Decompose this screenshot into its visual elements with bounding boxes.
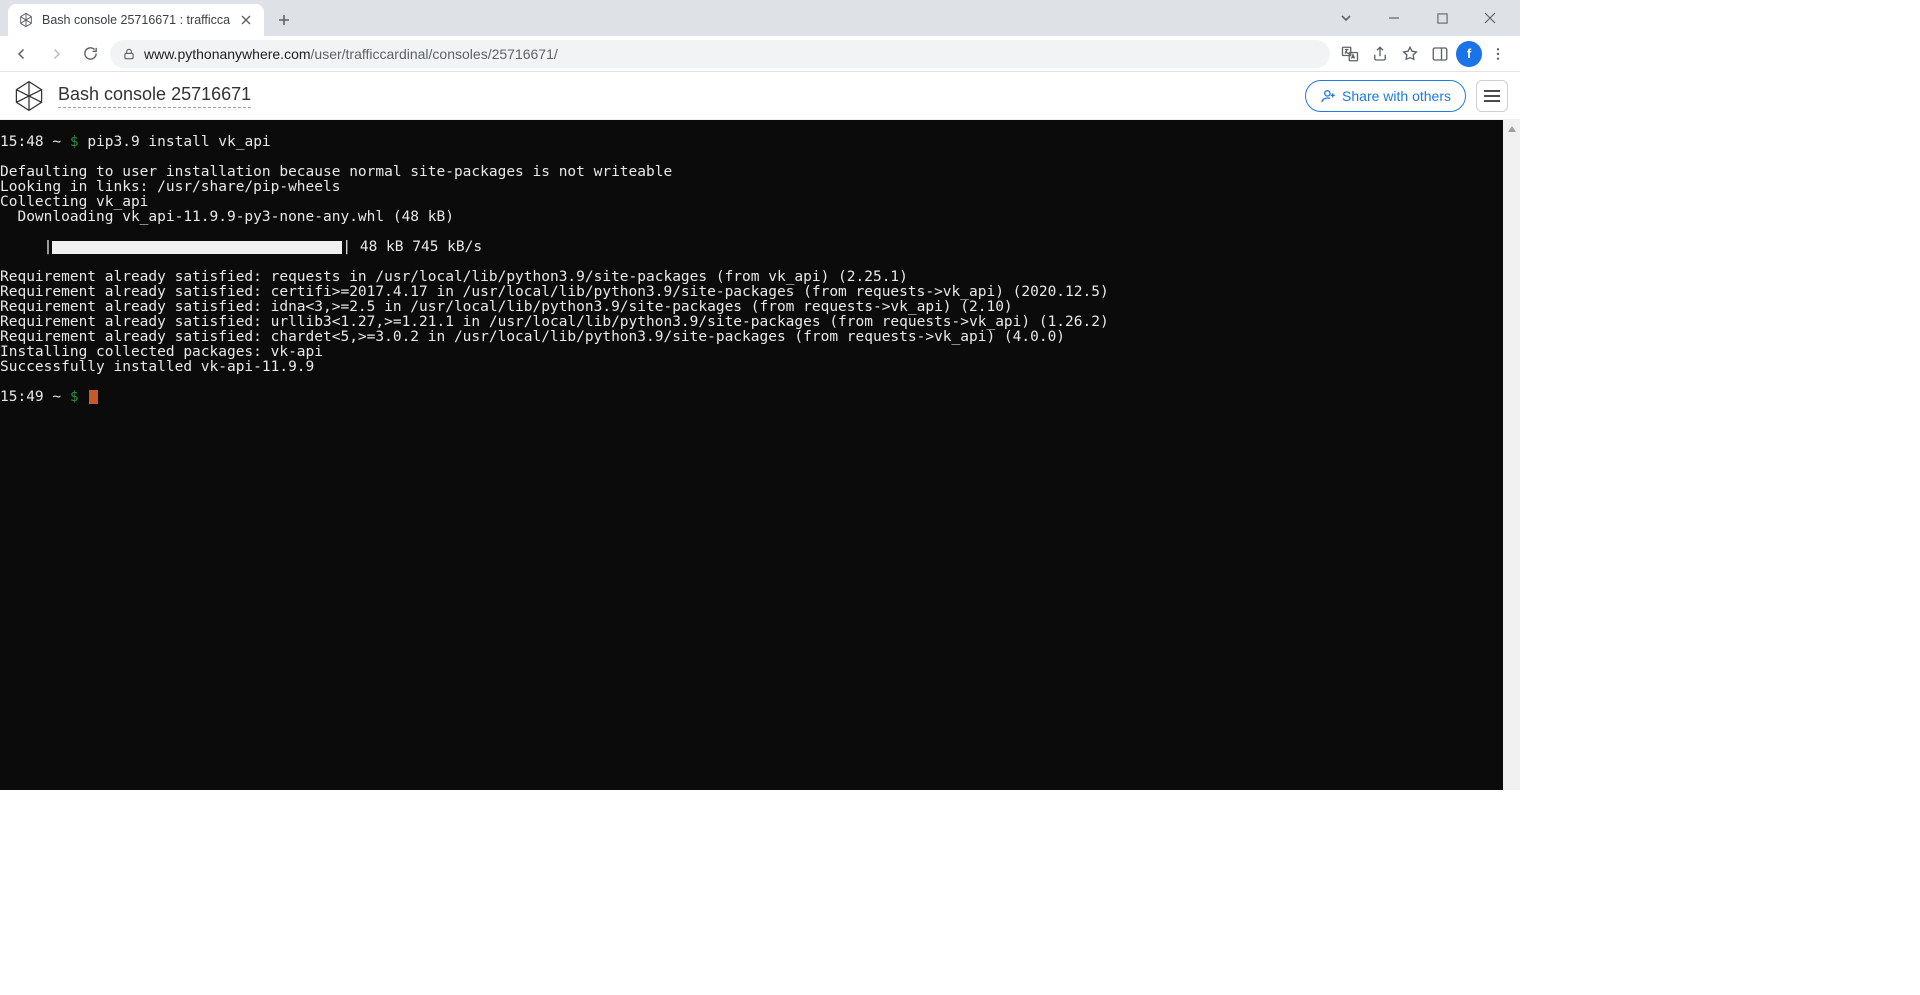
terminal-output-line: Installing collected packages: vk-api [0,345,1520,360]
progress-bar [52,241,342,254]
url-path: /user/trafficcardinal/consoles/25716671/ [311,46,558,62]
url-text: www.pythonanywhere.com/user/trafficcardi… [144,46,558,62]
terminal-output-line: Requirement already satisfied: chardet<5… [0,330,1520,345]
hamburger-menu-button[interactable] [1476,80,1508,112]
kebab-menu-icon[interactable] [1484,40,1512,68]
terminal-progress-line: || 48 kB 745 kB/s [0,240,1520,255]
terminal-output-line: Requirement already satisfied: urllib3<1… [0,315,1520,330]
terminal-cursor [89,390,98,404]
page-header: Bash console 25716671 Share with others [0,72,1520,120]
toolbar-right: f [1336,40,1512,68]
translate-icon[interactable] [1336,40,1364,68]
terminal[interactable]: 15:48 ~ $ pip3.9 install vk_api Defaulti… [0,120,1520,790]
tab-title: Bash console 25716671 : trafficca [42,13,230,27]
back-button[interactable] [8,40,36,68]
terminal-prompt-line: 15:49 ~ $ [0,390,1520,405]
browser-titlebar: Bash console 25716671 : trafficca [0,0,1520,36]
terminal-output-line: Successfully installed vk-api-11.9.9 [0,360,1520,375]
share-with-others-button[interactable]: Share with others [1305,80,1466,112]
terminal-container: 15:48 ~ $ pip3.9 install vk_api Defaulti… [0,120,1520,790]
reload-button[interactable] [76,40,104,68]
profile-avatar[interactable]: f [1456,41,1482,67]
url-host: www.pythonanywhere.com [144,46,311,62]
star-icon[interactable] [1396,40,1424,68]
terminal-output-line: Looking in links: /usr/share/pip-wheels [0,180,1520,195]
pythonanywhere-logo-icon[interactable] [10,77,48,115]
terminal-prompt-line: 15:48 ~ $ pip3.9 install vk_api [0,135,1520,150]
lock-icon [122,47,136,61]
terminal-output-line: Defaulting to user installation because … [0,165,1520,180]
terminal-output-line: Requirement already satisfied: requests … [0,270,1520,285]
terminal-output-line: Requirement already satisfied: idna<3,>=… [0,300,1520,315]
share-icon[interactable] [1366,40,1394,68]
browser-tab[interactable]: Bash console 25716671 : trafficca [8,4,264,36]
panel-icon[interactable] [1426,40,1454,68]
new-tab-button[interactable] [270,6,298,34]
avatar-letter: f [1467,46,1471,61]
chevron-down-icon[interactable] [1324,3,1368,33]
window-controls [1324,0,1512,36]
add-user-icon [1320,88,1336,104]
terminal-output-line: Requirement already satisfied: certifi>=… [0,285,1520,300]
window-minimize-button[interactable] [1372,3,1416,33]
terminal-output-line: Downloading vk_api-11.9.9-py3-none-any.w… [0,210,1520,225]
scroll-up-icon[interactable] [1503,120,1520,137]
address-bar[interactable]: www.pythonanywhere.com/user/trafficcardi… [110,40,1330,68]
window-maximize-button[interactable] [1420,3,1464,33]
page-title[interactable]: Bash console 25716671 [58,84,251,108]
browser-toolbar: www.pythonanywhere.com/user/trafficcardi… [0,36,1520,72]
window-close-button[interactable] [1468,3,1512,33]
tab-close-button[interactable] [238,12,254,28]
tab-favicon-icon [18,12,34,28]
share-button-label: Share with others [1342,88,1451,104]
terminal-output-line: Collecting vk_api [0,195,1520,210]
forward-button[interactable] [42,40,70,68]
terminal-scrollbar[interactable] [1503,120,1520,790]
